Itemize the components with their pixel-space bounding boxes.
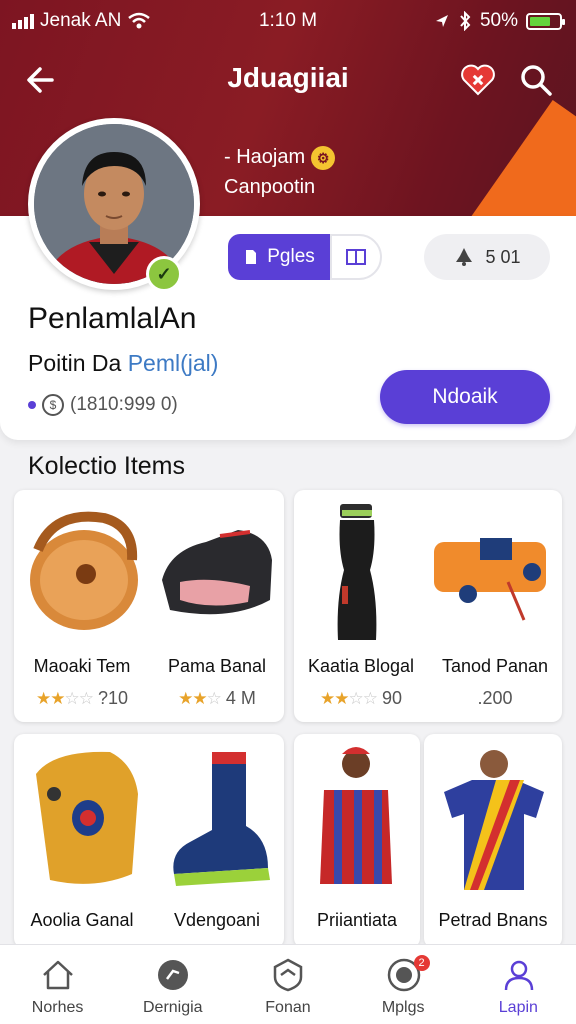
jersey-image [444,750,544,890]
rating-stars: ★★☆ [178,689,222,708]
status-dot-icon [28,401,36,409]
item-meta: ★★☆☆ ?10 [14,688,150,709]
stat-pill[interactable]: 5 01 [424,234,550,280]
tab-label: Norhes [31,999,84,1016]
favorite-heart-icon[interactable] [458,60,498,100]
shield-icon [274,958,303,992]
glove-image [30,511,138,630]
item-meta: .200 [428,688,562,709]
team-info: - Haojam ⚙ Canpootin [224,142,336,202]
profile-subtitle-link[interactable]: Peml(jal) [128,350,219,376]
item-name: Pama Banal [167,656,267,676]
collection-title: Kolectio Items [28,452,186,480]
item-meta-value: ?10 [97,688,129,708]
segment-grid-button[interactable] [330,234,382,280]
person-icon [504,960,533,991]
view-toggle: Pgles [228,234,382,280]
bluetooth-icon [460,11,471,31]
team-line-2: Canpootin [224,176,316,198]
item-meta-value: 90 [381,688,402,708]
item-meta: ★★☆ 4 M [150,688,284,709]
tab-profile[interactable]: Lapin [461,945,576,1024]
player-image [320,747,392,884]
collection-item[interactable]: Pama Banal ★★☆ 4 M [150,490,284,722]
tab-label: Fonan [265,999,311,1016]
item-name: Aoolia Ganal [30,910,134,930]
collection-item[interactable]: Maoaki Tem ★★☆☆ ?10 [14,490,150,722]
search-icon[interactable] [516,60,556,100]
team-line-1: - Haojam [224,146,306,168]
item-name: Kaatia Blogal [307,656,415,676]
notification-badge: 2 [413,955,430,971]
item-name: Tanod Panan [441,656,549,676]
stat-value: 5 01 [485,246,521,267]
followers-count: (1810:999 0) [70,394,178,415]
shoe-image [162,530,272,615]
battery-icon [526,12,565,30]
rating-stars: ★★☆☆ [35,689,94,708]
battery-percent: 50% [479,10,518,31]
tab-label: Mplgs [381,999,425,1016]
tab-forum[interactable]: Fonan [230,945,345,1024]
device-image [434,538,546,621]
item-name: Maoaki Tem [33,656,131,676]
bottom-tab-bar: Norhes Dernigia Fonan 2 Mplgs Lapin [0,944,576,1024]
tab-home[interactable]: Norhes [0,945,115,1024]
boot-image [173,752,270,886]
rating-stars: ★★☆☆ [319,689,378,708]
collection-item[interactable]: Tanod Panan .200 [428,490,562,722]
item-name: Vdengoani [173,910,261,930]
profile-subtitle-prefix: Poitin Da [28,350,122,376]
pads-image [36,751,138,884]
bottle-image [337,504,377,640]
segment-pages-label: Pgles [267,246,315,267]
tab-messages[interactable]: 2 Mplgs [346,945,461,1024]
item-meta: ★★☆☆ 90 [294,688,428,709]
profile-subtitle: Poitin Da Peml(jal) [28,350,218,377]
item-name: Priiantiata [316,910,398,930]
segment-pages-button[interactable]: Pgles [228,234,330,280]
collection-item[interactable]: Petrad Bnans [424,734,562,948]
item-meta-value: .200 [477,688,513,708]
tab-label: Dernigia [142,999,203,1016]
collection-item[interactable]: Vdengoani [150,734,284,948]
tab-matches[interactable]: Dernigia [115,945,230,1024]
page-icon [246,250,257,264]
bell-icon [456,248,473,266]
collection-item[interactable]: Priiantiata [294,734,420,948]
top-bar: Jduagiiai [0,54,576,106]
location-icon [435,15,448,27]
tab-label: Lapin [498,999,538,1016]
club-badge-icon: ⚙ [311,145,336,170]
profile-name: PenlamlalAn [28,302,197,335]
collection-item[interactable]: Aoolia Ganal [14,734,150,948]
ball-icon [158,960,189,990]
collection-item[interactable]: Kaatia Blogal ★★☆☆ 90 [294,490,428,722]
verified-badge-icon: ✓ [146,256,182,292]
item-name: Petrad Bnans [438,910,548,930]
home-icon [43,960,73,990]
profile-followers: $ (1810:999 0) [28,394,178,416]
follow-button[interactable]: Ndoaik [380,370,550,424]
status-bar: Jenak AN 1:10 M 50% [0,0,576,44]
coin-icon: $ [42,394,64,416]
book-icon [346,249,366,265]
item-meta-value: 4 M [225,688,256,708]
